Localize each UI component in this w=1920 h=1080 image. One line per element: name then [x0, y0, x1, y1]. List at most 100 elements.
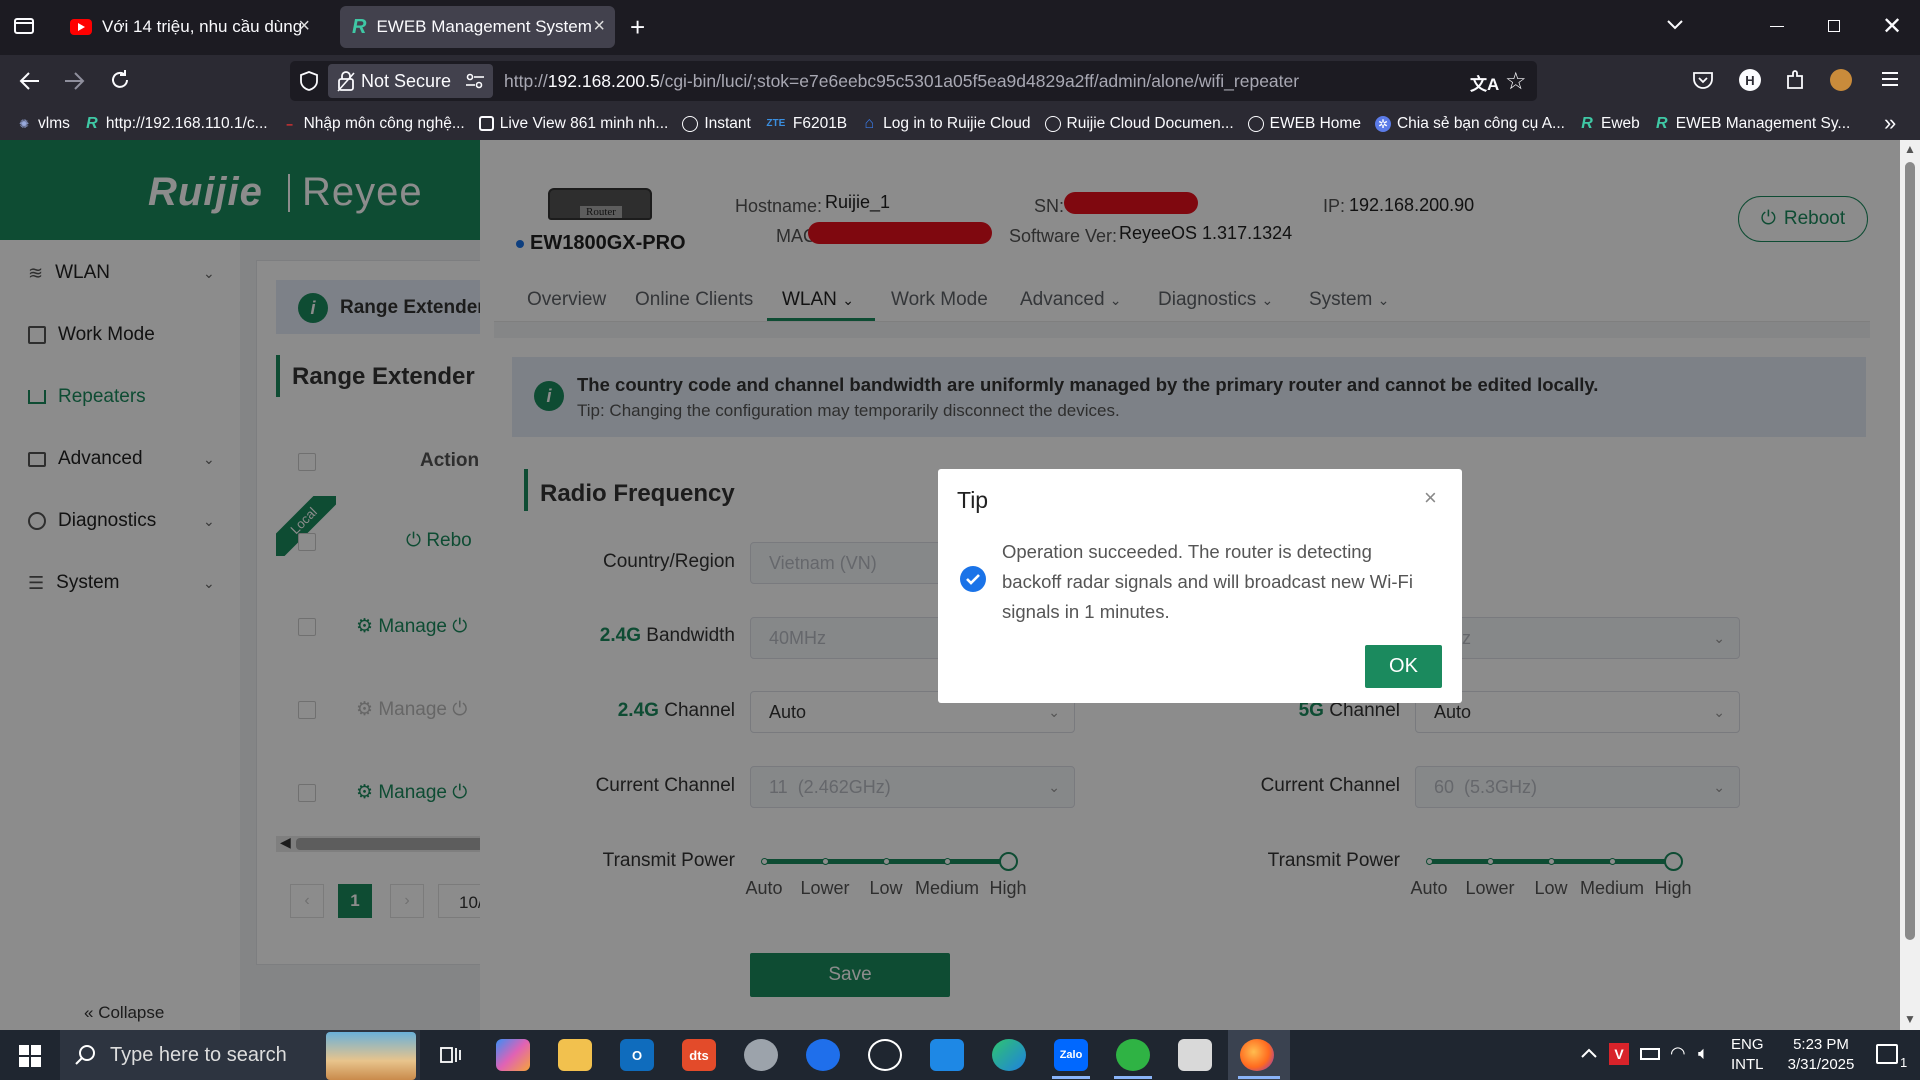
bookmark-instant[interactable]: Instant — [682, 115, 751, 133]
bookmark-label: Log in to Ruijie Cloud — [883, 114, 1031, 132]
minimize-button[interactable] — [1770, 26, 1784, 27]
zte-icon: ZTE — [766, 118, 786, 129]
notification-icon[interactable] — [1876, 1044, 1898, 1064]
gear-icon: ✲ — [1374, 115, 1391, 132]
more-bookmarks-icon[interactable]: » — [1884, 110, 1896, 136]
language-indicator[interactable]: ENG INTL — [1731, 1035, 1764, 1075]
wifi-tray-icon[interactable]: ◠ — [1670, 1043, 1686, 1064]
battery-icon[interactable] — [1640, 1048, 1660, 1060]
volume-icon[interactable]: 🔈︎ — [1698, 1043, 1709, 1064]
file-explorer-icon[interactable] — [558, 1039, 592, 1071]
clock-time: 5:23 PM — [1793, 1036, 1849, 1053]
close-icon[interactable]: × — [298, 15, 310, 38]
taskbar-search-input[interactable]: Type here to search — [110, 1044, 287, 1067]
tab-eweb[interactable]: R EWEB Management System × — [340, 6, 615, 48]
bookmark-label: EWEB Management Sy... — [1675, 114, 1851, 132]
antivirus-tray-icon[interactable]: V — [1609, 1043, 1629, 1065]
phone-app-icon[interactable] — [806, 1039, 840, 1071]
firefox-icon[interactable] — [1240, 1039, 1274, 1071]
speedometer-icon[interactable] — [868, 1039, 902, 1071]
bookmark-label: Ruijie Cloud Documen... — [1066, 114, 1234, 132]
copilot-icon[interactable] — [496, 1039, 530, 1071]
globe-icon — [1044, 115, 1061, 132]
bookmark-vlms[interactable]: ✺ vlms — [16, 115, 70, 133]
bookmark-eweb[interactable]: R Eweb — [1579, 115, 1640, 133]
dialog-message-line: signals in 1 minutes. — [1002, 601, 1170, 622]
cloud-person-icon: ⌂ — [864, 114, 874, 132]
back-icon[interactable] — [18, 70, 42, 92]
bookmark-label: Instant — [704, 114, 751, 132]
camera-icon — [478, 116, 494, 131]
outlook-icon[interactable]: O — [620, 1039, 654, 1071]
reload-icon[interactable] — [108, 68, 132, 92]
url-text[interactable]: http://192.168.200.5/cgi-bin/luci/;stok=… — [504, 71, 1299, 92]
search-highlight-image — [326, 1032, 416, 1080]
bookmark-router-110[interactable]: Rhttp://192.168.110.1/c... — [84, 115, 268, 133]
bookmark-nhap-mon[interactable]: – Nhập môn công nghệ... — [282, 114, 465, 133]
vlms-icon: ✺ — [18, 116, 30, 131]
translate-icon[interactable]: 文A — [1470, 70, 1499, 95]
disk-stack-icon[interactable] — [744, 1039, 778, 1071]
permissions-icon[interactable] — [465, 72, 485, 90]
clock-date: 3/31/2025 — [1787, 1056, 1855, 1073]
extensions-icon[interactable] — [1784, 68, 1806, 92]
menu-icon[interactable] — [1880, 70, 1900, 88]
bookmark-f6201b[interactable]: ZTE F6201B — [765, 115, 847, 133]
forward-icon[interactable] — [62, 70, 86, 92]
ok-button[interactable]: OK — [1365, 645, 1442, 688]
shield-icon[interactable] — [298, 70, 320, 92]
bookmark-chia-se[interactable]: ✲ Chia sẻ bạn công cụ A... — [1374, 114, 1565, 133]
firefox-active-indicator — [1238, 1076, 1280, 1079]
dialog-message: Operation succeeded. The router is detec… — [1002, 537, 1413, 627]
scrollbar-thumb[interactable] — [1905, 162, 1915, 940]
chevron-up-icon[interactable] — [1580, 1046, 1598, 1060]
globe-icon — [1247, 115, 1264, 132]
dialog-title: Tip — [957, 487, 989, 513]
bookmark-eweb-management[interactable]: R EWEB Management Sy... — [1654, 114, 1851, 133]
restore-button[interactable] — [1828, 20, 1840, 32]
tab-title: EWEB Management System — [376, 17, 592, 36]
dialog-message-line: Operation succeeded. The router is detec… — [1002, 541, 1372, 562]
clock[interactable]: 5:23 PM 3/31/2025 — [1776, 1035, 1866, 1075]
ruijie-r-icon: R — [1581, 114, 1593, 132]
close-window-button[interactable]: ✕ — [1882, 12, 1902, 41]
remote-desktop-icon[interactable] — [930, 1039, 964, 1071]
tip-dialog: Tip × Operation succeeded. The router is… — [938, 469, 1462, 703]
scroll-down-arrow[interactable]: ▼ — [1904, 1012, 1916, 1026]
bookmark-label: http://192.168.110.1/c... — [105, 114, 268, 132]
bookmark-live-view[interactable]: Live View 861 minh nh... — [478, 115, 668, 133]
dialog-message-line: backoff radar signals and will broadcast… — [1002, 571, 1413, 592]
zalo-active-indicator — [1052, 1076, 1090, 1079]
tab-youtube[interactable]: Với 14 triệu, nhu cầu dùng lâu d × — [58, 6, 320, 48]
bookmark-label: vlms — [38, 114, 70, 132]
zalo-icon[interactable]: Zalo — [1054, 1039, 1088, 1071]
coccoc-icon[interactable] — [1116, 1039, 1150, 1071]
bookmark-ruijie-docs[interactable]: Ruijie Cloud Documen... — [1044, 114, 1234, 133]
new-tab-button[interactable]: + — [630, 12, 645, 43]
dash-icon: – — [286, 116, 293, 131]
bookmark-star-icon[interactable]: ☆ — [1505, 67, 1527, 96]
bookmark-label: Eweb — [1600, 114, 1640, 132]
language-bottom: INTL — [1731, 1056, 1764, 1073]
extension-fox-icon[interactable] — [1830, 69, 1852, 91]
tab-title: Với 14 triệu, nhu cầu dùng lâu d — [102, 17, 302, 36]
pocket-icon[interactable] — [1692, 70, 1714, 90]
dts-icon[interactable]: dts — [682, 1039, 716, 1071]
page-scrollbar[interactable]: ▲ ▼ — [1900, 140, 1920, 1030]
edge-icon[interactable] — [992, 1039, 1026, 1071]
coccoc-active-indicator — [1114, 1076, 1152, 1079]
url-host: 192.168.200.5 — [547, 71, 660, 91]
scroll-up-arrow[interactable]: ▲ — [1904, 142, 1916, 156]
profile-avatar-icon[interactable]: H — [1739, 69, 1761, 91]
tab-list-icon[interactable] — [10, 12, 38, 40]
bookmark-label: Chia sẻ bạn công cụ A... — [1396, 114, 1565, 132]
task-view-icon[interactable] — [438, 1044, 462, 1066]
network-tool-icon[interactable] — [1178, 1039, 1212, 1071]
chevron-down-icon[interactable] — [1665, 14, 1685, 34]
bookmark-eweb-home[interactable]: EWEB Home — [1247, 115, 1361, 133]
close-icon[interactable]: × — [593, 15, 605, 38]
bookmark-label: Nhập môn công nghệ... — [303, 114, 465, 132]
close-icon[interactable]: × — [1424, 485, 1437, 511]
bookmark-ruijie-cloud-login[interactable]: ⌂ Log in to Ruijie Cloud — [861, 115, 1030, 133]
windows-start-icon[interactable] — [19, 1045, 41, 1067]
